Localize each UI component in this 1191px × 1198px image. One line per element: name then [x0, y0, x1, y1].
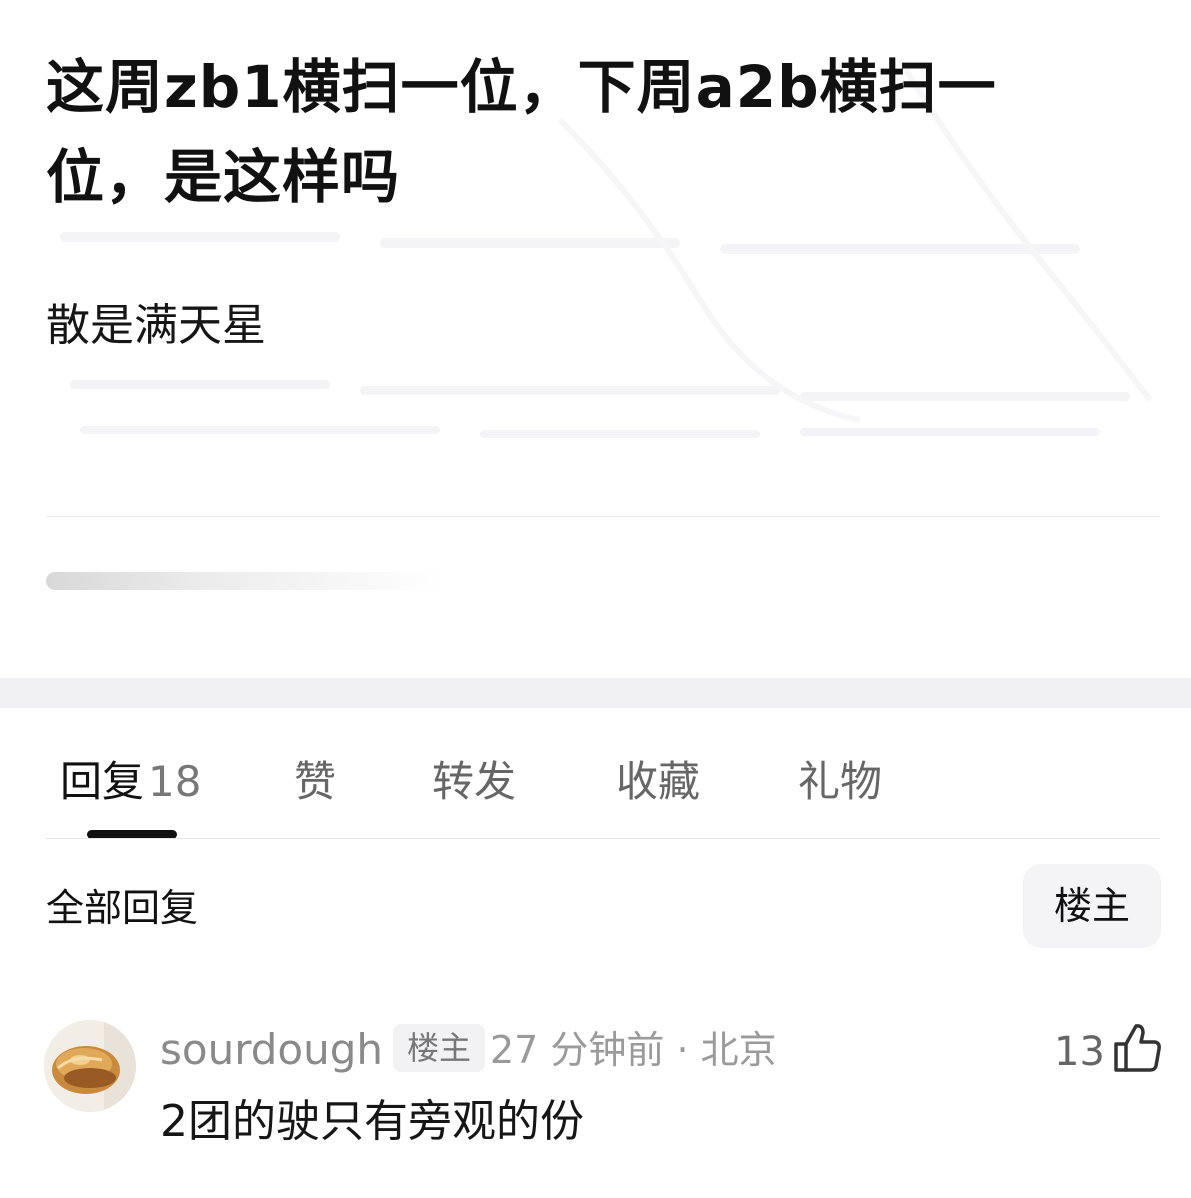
post-body: 散是满天星: [46, 300, 266, 351]
comment-meta: 27 分钟前 · 北京: [490, 1028, 777, 1072]
tab-replies-count: 18: [148, 757, 202, 806]
avatar[interactable]: [44, 1020, 136, 1112]
comment-username[interactable]: sourdough: [160, 1024, 383, 1076]
post-card: 这周zb1横扫一位，下周a2b横扫一位，是这样吗 散是满天星: [0, 0, 1191, 678]
comment-item: sourdough 楼主 27 分钟前 · 北京 13 2团的驶只有旁观的份: [0, 1010, 1191, 1198]
tab-likes[interactable]: 赞: [294, 754, 336, 810]
thumbs-up-icon[interactable]: [1112, 1022, 1162, 1074]
bread-avatar-icon: [44, 1020, 136, 1112]
comment-text: 2团的驶只有旁观的份: [160, 1096, 584, 1147]
op-badge: 楼主: [393, 1024, 486, 1072]
divider: [46, 516, 1160, 517]
tab-reposts[interactable]: 转发: [432, 754, 516, 810]
section-separator: [0, 678, 1191, 708]
post-title: 这周zb1横扫一位，下周a2b横扫一位，是这样吗: [46, 53, 997, 211]
loading-placeholder: [46, 572, 446, 590]
tab-bar: 回复18 赞 转发 收藏 礼物: [0, 708, 1191, 840]
divider: [46, 838, 1160, 839]
tab-replies[interactable]: 回复18: [60, 754, 201, 810]
tab-favorites[interactable]: 收藏: [616, 754, 700, 810]
all-replies-heading: 全部回复: [46, 886, 199, 930]
like-count: 13: [1054, 1029, 1105, 1075]
op-only-filter-button[interactable]: 楼主: [1023, 864, 1161, 948]
tab-replies-label: 回复: [60, 757, 145, 806]
tab-gifts[interactable]: 礼物: [798, 754, 882, 810]
